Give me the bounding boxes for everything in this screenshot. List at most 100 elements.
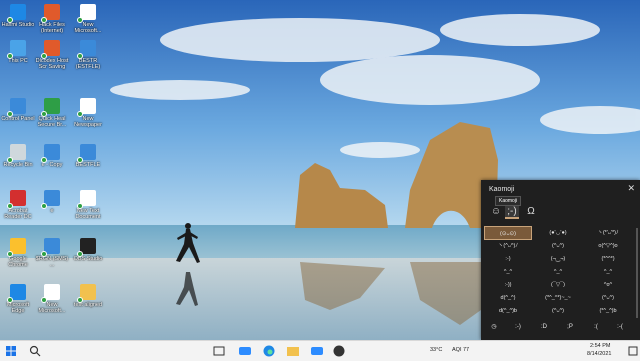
desktop-icon-label: New Newspaper	[74, 116, 102, 128]
file-explorer-icon[interactable]	[286, 344, 300, 358]
kaomoji-item[interactable]: :-))	[484, 278, 532, 292]
kaomoji-tooltip: Kaomoji	[495, 196, 522, 206]
desktop-icon[interactable]: New Microsoft...	[70, 4, 106, 34]
desktop-icon[interactable]: New Newspaper	[70, 98, 106, 128]
desktop-icon[interactable]: New Microsoft...	[34, 284, 70, 314]
notification-icon[interactable]	[626, 344, 640, 358]
desktop-icon[interactable]: test aligned	[70, 284, 106, 308]
app-icon	[77, 4, 96, 23]
desktop-icon-label: New Microsoft...	[74, 22, 102, 34]
recent-item[interactable]: ;P	[560, 320, 580, 334]
desktop-icon-label: Hack Files (Internet)	[39, 22, 65, 34]
desktop-icon-label: Google Chrome	[8, 256, 28, 268]
app-icon	[7, 40, 26, 59]
emoji-tab[interactable]: ☺	[489, 205, 503, 219]
recent-item[interactable]: :-)	[508, 320, 528, 334]
kaomoji-item[interactable]: d(^_^)	[484, 291, 532, 305]
desktop-icon[interactable]: BESTFLE	[70, 144, 106, 168]
clock-icon[interactable]: ◷	[484, 320, 504, 334]
kaomoji-item[interactable]: :-)	[484, 252, 532, 266]
kaomoji-item[interactable]: (¬‿¬)	[534, 252, 582, 266]
sync-check-icon	[41, 251, 47, 257]
desktop-icon[interactable]: Recycle Bin	[0, 144, 36, 168]
kaomoji-item[interactable]: ヽ(^ᴗ^)ﾉ	[484, 239, 532, 253]
zoom-icon[interactable]	[238, 344, 252, 358]
sync-check-icon	[41, 17, 47, 23]
scrollbar[interactable]	[636, 228, 638, 318]
sync-check-icon	[7, 53, 13, 59]
app-icon	[77, 98, 96, 117]
app-icon	[7, 190, 26, 209]
desktop-icon[interactable]: Microsoft Edge	[0, 284, 36, 314]
app-icon	[77, 144, 96, 163]
sync-check-icon	[41, 203, 47, 209]
app-icon	[41, 284, 60, 303]
app-icon	[77, 40, 96, 59]
recent-item[interactable]: :-(	[610, 320, 630, 334]
zoom-icon[interactable]	[310, 344, 324, 358]
desktop-icon[interactable]: Dlcodex Host Scr Saving	[34, 40, 70, 70]
app-icon	[77, 190, 96, 209]
desktop-icon-label: Acrobat Reader DC	[4, 208, 32, 220]
desktop-icon[interactable]: $RGN (SMS) ...	[34, 238, 70, 268]
desktop-icon-label: New Microsoft...	[38, 302, 66, 314]
desktop-icon[interactable]: OBS Studio	[70, 238, 106, 262]
desktop-icon[interactable]: e - Copy	[34, 144, 70, 168]
desktop-icon[interactable]: Hack Files (Internet)	[34, 4, 70, 34]
kaomoji-item[interactable]: (^ᴗ^)	[534, 304, 582, 318]
sync-check-icon	[41, 53, 47, 59]
close-button[interactable]: ✕	[627, 183, 635, 194]
sync-check-icon	[41, 297, 47, 303]
kaomoji-item[interactable]: ^_^	[534, 265, 582, 279]
start-button[interactable]	[4, 344, 18, 358]
kaomoji-item[interactable]: (*^^*)	[584, 252, 632, 266]
app-icon	[41, 40, 60, 59]
kaomoji-item[interactable]: ^o^	[584, 278, 632, 292]
search-icon[interactable]	[28, 344, 42, 358]
desktop-icon[interactable]: Acrobat Reader DC	[0, 190, 36, 220]
aqi-text[interactable]: AQI 77	[452, 347, 469, 353]
desktop-icon-label: BESTR (ESTFLE)	[75, 58, 101, 70]
kaomoji-item[interactable]: (●'◡'●)	[534, 226, 582, 240]
desktop-icon[interactable]: BESTR (ESTFLE)	[70, 40, 106, 70]
sync-check-icon	[77, 111, 83, 117]
kaomoji-item[interactable]: d(^_^)b	[484, 304, 532, 318]
desktop-icon[interactable]: e	[34, 190, 70, 214]
desktop-icon-label: e	[50, 208, 54, 214]
kaomoji-item[interactable]: (¯▽¯)	[534, 278, 582, 292]
kaomoji-item[interactable]: ^_^	[484, 265, 532, 279]
recent-item[interactable]: :(	[586, 320, 606, 334]
desktop-icon[interactable]: Haxmi Studio	[0, 4, 36, 28]
desktop-icon[interactable]: Control Panel	[0, 98, 36, 122]
kaomoji-item[interactable]: (⊙ᴗ⊙)	[484, 226, 532, 240]
desktop-icon-label: Recycle Bin	[3, 162, 33, 168]
desktop-icon[interactable]: New Text Document	[70, 190, 106, 220]
desktop-icon[interactable]: Google Chrome	[0, 238, 36, 268]
kaomoji-item[interactable]: (*^_^*)~_~	[534, 291, 582, 305]
kaomoji-item[interactable]: ヽ(*'ᴗ'*)ﾉ	[584, 226, 632, 240]
obs-icon[interactable]	[332, 344, 346, 358]
edge-icon[interactable]	[262, 344, 276, 358]
kaomoji-item[interactable]: (^ᴗ^)	[534, 239, 582, 253]
sync-check-icon	[77, 17, 83, 23]
kaomoji-item[interactable]: (^ᴗ^)	[584, 291, 632, 305]
kaomoji-item[interactable]: ^_^	[584, 265, 632, 279]
desktop-icon-label: e - Copy	[41, 162, 63, 168]
desktop-icon-label: test aligned	[73, 302, 103, 308]
desktop-icon[interactable]: This PC	[0, 40, 36, 64]
app-icon	[41, 98, 60, 117]
symbols-tab[interactable]: Ω	[524, 205, 538, 219]
desktop-icon-label: Control Panel	[1, 116, 35, 122]
kaomoji-item[interactable]: o(^▽^)o	[584, 239, 632, 253]
sync-check-icon	[77, 53, 83, 59]
kaomoji-item[interactable]: (*^_^)b	[584, 304, 632, 318]
clock-time[interactable]: 2:54 PM	[590, 343, 610, 349]
app-icon	[41, 144, 60, 163]
recent-item[interactable]: :D	[534, 320, 554, 334]
clock-date[interactable]: 8/14/2021	[587, 351, 611, 357]
kaomoji-tab[interactable]: ;-)	[505, 205, 519, 219]
app-icon	[77, 238, 96, 257]
task-view-icon[interactable]	[212, 344, 226, 358]
weather-text[interactable]: 33°C	[430, 347, 442, 353]
desktop-icon[interactable]: Quick Heal Secure Br...	[34, 98, 70, 128]
